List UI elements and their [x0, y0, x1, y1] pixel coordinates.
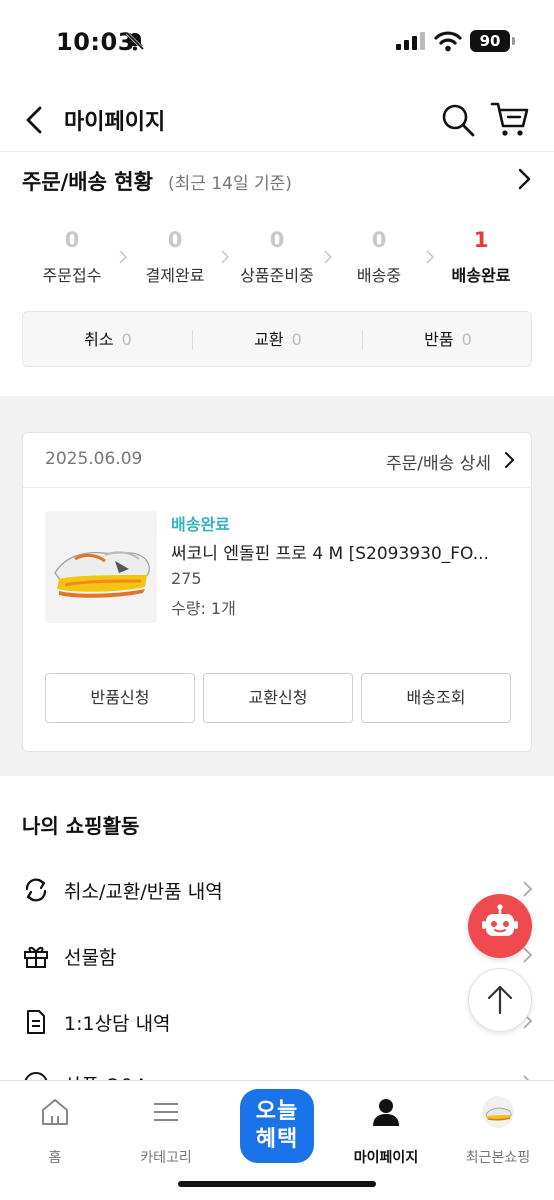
claim-label: 반품	[424, 330, 454, 349]
product-quantity: 수량: 1개	[171, 599, 236, 618]
claim-count: 0	[461, 330, 472, 349]
claim-label: 취소	[84, 330, 114, 349]
cart-icon[interactable]	[490, 100, 530, 138]
tab-label: 최근본쇼핑	[465, 1150, 531, 1166]
menu-item-label: 선물함	[64, 947, 117, 969]
product-name[interactable]: 써코니 엔돌핀 프로 4 M [S2093930_FO...	[171, 539, 521, 564]
claim-return[interactable]: 반품 0	[363, 312, 533, 368]
order-status-title: 주문/배송 현황	[22, 170, 153, 194]
product-image[interactable]	[45, 511, 157, 623]
step-count: 1	[473, 228, 489, 252]
menu-item-label: 취소/교환/반품 내역	[64, 881, 223, 903]
tab-category[interactable]: 카테고리	[116, 1095, 216, 1167]
tab-label: 마이페이지	[353, 1150, 419, 1166]
order-status-subtitle: (최근 14일 기준)	[168, 174, 292, 194]
tab-recently-viewed[interactable]: 최근본쇼핑	[448, 1095, 548, 1167]
order-date: 2025.06.09	[45, 449, 143, 469]
arrow-up-icon	[487, 985, 513, 1015]
step-label: 배송중	[356, 266, 402, 285]
step-label: 주문접수	[42, 266, 102, 285]
return-request-button[interactable]: 반품신청	[45, 673, 195, 723]
app-header: 마이페이지	[0, 88, 554, 152]
today-benefit-line2: 혜택	[255, 1127, 299, 1152]
claim-count: 0	[121, 330, 132, 349]
claim-exchange[interactable]: 교환 0	[193, 312, 363, 368]
status-bar: 10:03 90	[0, 0, 554, 80]
tab-home[interactable]: 홈	[5, 1095, 105, 1167]
step-delivered[interactable]: 1 배송완료	[430, 228, 532, 286]
order-card: 2025.06.09 주문/배송 상세 배송완료 써코니 엔돌핀 프로 4 M …	[22, 432, 532, 752]
home-indicator[interactable]	[178, 1181, 376, 1187]
page-title: 마이페이지	[64, 110, 166, 135]
step-count: 0	[371, 228, 387, 252]
step-shipping[interactable]: 0 배송중	[328, 228, 430, 286]
wifi-icon	[434, 31, 462, 52]
gift-icon	[24, 946, 48, 968]
search-icon[interactable]	[440, 102, 476, 138]
menu-icon	[154, 1103, 178, 1121]
order-detail-link[interactable]: 주문/배송 상세	[386, 449, 491, 474]
track-delivery-button[interactable]: 배송조회	[361, 673, 511, 723]
tab-my-page[interactable]: 마이페이지	[336, 1095, 436, 1167]
tab-label: 홈	[48, 1150, 62, 1166]
scroll-to-top-button[interactable]	[468, 968, 532, 1032]
step-count: 0	[269, 228, 285, 252]
chevron-right-icon[interactable]	[514, 166, 536, 192]
step-preparing[interactable]: 0 상품준비중	[226, 228, 328, 286]
recent-product-thumbnail	[482, 1096, 514, 1128]
tab-today-benefit[interactable]: 오늘 혜택	[240, 1089, 314, 1163]
cellular-signal-icon	[396, 32, 425, 50]
step-label: 상품준비중	[240, 266, 314, 285]
claim-label: 교환	[254, 330, 284, 349]
step-order-received[interactable]: 0 주문접수	[21, 228, 123, 286]
divider	[23, 487, 531, 488]
claims-summary: 취소 0 교환 0 반품 0	[22, 311, 532, 367]
step-count: 0	[167, 228, 183, 252]
battery-indicator: 90	[470, 30, 515, 52]
exchange-icon	[25, 878, 47, 902]
shopping-activity-title: 나의 쇼핑활동	[22, 814, 140, 838]
bell-muted-icon	[125, 31, 145, 51]
document-icon	[27, 1010, 45, 1034]
claim-cancel[interactable]: 취소 0	[23, 312, 193, 368]
order-steps: 0 주문접수 0 결제완료 0 상품준비중 0 배송중 1 배송완료	[0, 228, 554, 288]
exchange-request-button[interactable]: 교환신청	[203, 673, 353, 723]
chatbot-button[interactable]	[468, 894, 532, 958]
claim-count: 0	[291, 330, 302, 349]
bottom-tab-bar: 홈 카테고리 오늘 혜택 마이페이지 최근본쇼핑	[0, 1080, 554, 1200]
step-label: 결제완료	[145, 266, 205, 285]
tab-label: 카테고리	[140, 1150, 192, 1166]
step-label: 배송완료	[451, 266, 511, 285]
today-benefit-line1: 오늘	[255, 1099, 299, 1124]
sneaker-image	[45, 511, 157, 623]
person-icon	[373, 1099, 399, 1126]
robot-icon	[482, 904, 518, 936]
back-arrow-icon[interactable]	[20, 102, 52, 138]
step-count: 0	[64, 228, 80, 252]
product-size: 275	[171, 569, 202, 588]
menu-item-label: 1:1상담 내역	[64, 1013, 171, 1035]
home-icon	[42, 1099, 68, 1125]
delivery-status-label: 배송완료	[171, 515, 230, 534]
chevron-right-icon[interactable]	[503, 450, 517, 470]
step-payment-complete[interactable]: 0 결제완료	[124, 228, 226, 286]
